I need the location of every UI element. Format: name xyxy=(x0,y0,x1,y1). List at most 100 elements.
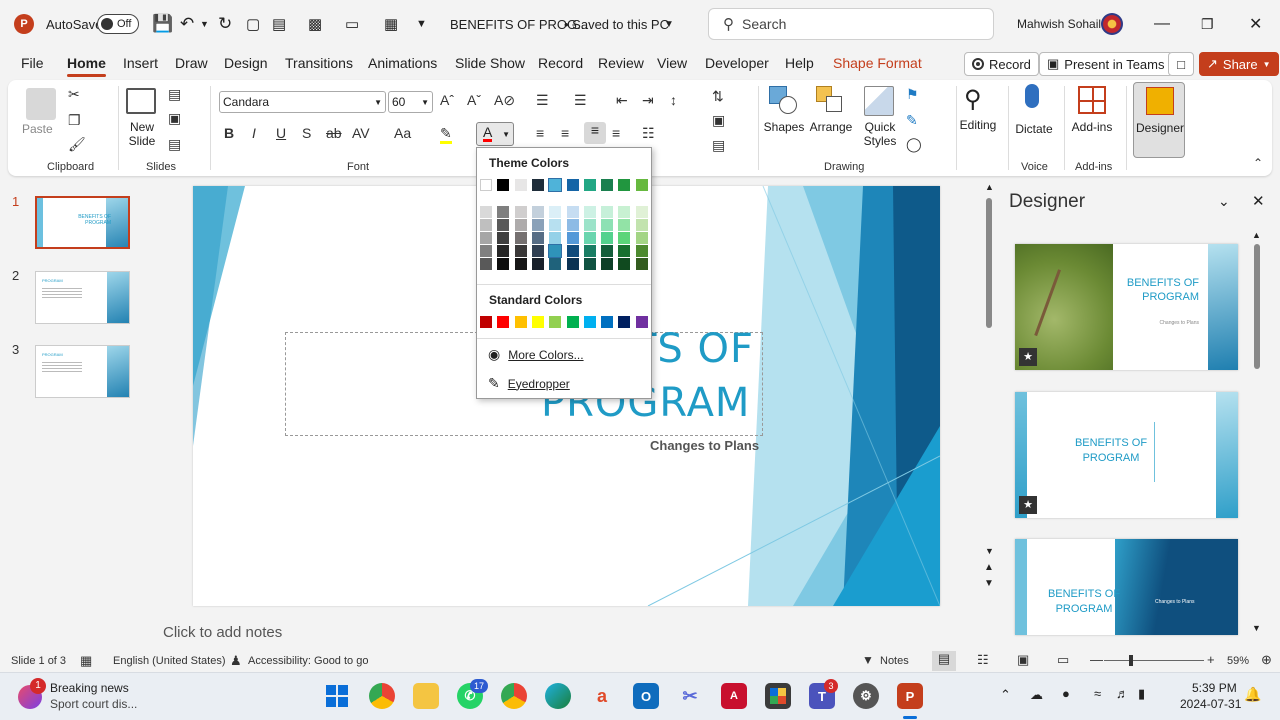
theme-color-shade-swatch[interactable] xyxy=(514,245,527,257)
autodesk-icon[interactable]: a xyxy=(589,683,615,709)
bullets-icon[interactable]: ☰ xyxy=(536,92,549,109)
save-status[interactable]: • Saved to this PC xyxy=(564,0,669,48)
standard-color-swatch[interactable] xyxy=(583,316,596,328)
theme-color-shade-swatch[interactable] xyxy=(480,219,492,231)
slide-show-icon[interactable]: ▭ xyxy=(1057,652,1069,668)
standard-color-swatch[interactable] xyxy=(531,316,544,328)
standard-color-swatch[interactable] xyxy=(549,316,562,328)
search-box[interactable]: ⚲ Search xyxy=(708,8,994,40)
standard-color-swatch[interactable] xyxy=(601,316,614,328)
theme-color-swatch[interactable] xyxy=(514,179,527,191)
clock-date[interactable]: 2024-07-31 xyxy=(1180,697,1241,711)
theme-color-swatch[interactable] xyxy=(566,179,579,191)
tab-review[interactable]: Review xyxy=(598,55,644,71)
decrease-indent-icon[interactable]: ⇤ xyxy=(616,92,628,109)
fit-to-window-icon[interactable]: ⊕ xyxy=(1261,652,1272,668)
spelling-check-icon[interactable]: ▦ xyxy=(80,653,92,669)
tab-help[interactable]: Help xyxy=(785,55,814,71)
theme-color-shade-swatch[interactable] xyxy=(549,206,562,218)
slide-subtitle[interactable]: Changes to Plans xyxy=(650,438,759,453)
theme-color-shade-swatch[interactable] xyxy=(618,206,631,218)
theme-color-shade-swatch[interactable] xyxy=(601,232,614,244)
arrange-icon[interactable]: ▭ xyxy=(345,0,359,48)
theme-color-shade-swatch[interactable] xyxy=(635,245,648,257)
image-icon[interactable]: ▦ xyxy=(384,0,398,48)
theme-color-shade-swatch[interactable] xyxy=(514,206,527,218)
theme-color-shade-swatch[interactable] xyxy=(514,219,527,231)
news-title[interactable]: Breaking news xyxy=(50,681,129,695)
standard-color-swatch[interactable] xyxy=(618,316,631,328)
comments-button[interactable]: □ xyxy=(1168,52,1194,76)
notes-toggle[interactable]: Notes xyxy=(880,655,909,667)
increase-indent-icon[interactable]: ⇥ xyxy=(642,92,654,109)
arrange-icon-ribbon[interactable] xyxy=(816,86,844,114)
smartart-icon[interactable]: ▤ xyxy=(712,137,725,154)
edge-icon[interactable] xyxy=(545,683,571,709)
mic-tray-icon[interactable]: ● xyxy=(1062,686,1070,701)
theme-color-shade-swatch[interactable] xyxy=(583,232,596,244)
previous-slide-icon[interactable]: ▲ xyxy=(984,562,994,573)
microphone-icon[interactable] xyxy=(1025,84,1039,108)
design-idea-2[interactable]: BENEFITS OF PROGRAM ★ xyxy=(1015,392,1238,518)
font-size-select[interactable]: 60 ▼ xyxy=(388,91,433,113)
font-name-select[interactable]: Candara ▼ xyxy=(219,91,386,113)
tab-design[interactable]: Design xyxy=(224,55,268,71)
addins-button[interactable]: Add-ins xyxy=(1070,120,1114,134)
theme-color-shade-swatch[interactable] xyxy=(549,219,562,231)
close-icon[interactable]: ✕ xyxy=(1249,0,1262,48)
customize-qat-icon[interactable]: ▼ xyxy=(416,0,427,48)
theme-color-shade-swatch[interactable] xyxy=(480,258,492,270)
powerpoint-taskbar-icon[interactable]: P xyxy=(897,683,923,709)
align-right-icon[interactable]: ≡ xyxy=(584,122,606,144)
theme-color-shade-swatch[interactable] xyxy=(618,258,631,270)
scroll-down-icon[interactable]: ▼ xyxy=(985,546,994,556)
design-idea-1[interactable]: BENEFITS OF PROGRAM Changes to Plans ★ xyxy=(1015,244,1238,370)
numbering-icon[interactable]: ☰ xyxy=(574,92,587,109)
scroll-thumb[interactable] xyxy=(986,198,992,328)
shape-effects-icon[interactable]: ◯ xyxy=(906,136,922,153)
theme-color-shade-swatch[interactable] xyxy=(480,232,492,244)
theme-color-shade-swatch[interactable] xyxy=(531,206,544,218)
collapse-ribbon-icon[interactable]: ⌃ xyxy=(1253,156,1263,170)
designer-scroll-down-icon[interactable]: ▼ xyxy=(1252,623,1261,633)
zoom-slider[interactable] xyxy=(1104,660,1204,661)
strikethrough-icon[interactable]: ab xyxy=(326,125,342,141)
change-case-icon[interactable]: Aa xyxy=(394,125,411,141)
theme-color-shade-swatch[interactable] xyxy=(531,258,544,270)
tab-animations[interactable]: Animations xyxy=(368,55,437,71)
theme-color-shade-swatch[interactable] xyxy=(635,206,648,218)
news-subtitle[interactable]: Sport court dis... xyxy=(50,697,137,711)
theme-color-shade-swatch[interactable] xyxy=(601,206,614,218)
zoom-slider-thumb[interactable] xyxy=(1129,655,1133,666)
tab-insert[interactable]: Insert xyxy=(123,55,158,71)
tab-slide-show[interactable]: Slide Show xyxy=(455,55,525,71)
theme-color-swatch[interactable] xyxy=(497,179,510,191)
addins-icon[interactable] xyxy=(1078,86,1106,114)
theme-color-shade-swatch[interactable] xyxy=(601,219,614,231)
eyedropper-item[interactable]: ✎ Eyedropper xyxy=(488,375,570,392)
undo-dropdown-icon[interactable]: ▼ xyxy=(200,0,209,48)
align-center-icon[interactable]: ≡ xyxy=(561,125,569,141)
slide-thumbnail-3[interactable]: PROGRAM xyxy=(35,345,130,398)
shape-outline-icon[interactable]: ✎ xyxy=(906,112,918,129)
record-button[interactable]: Record xyxy=(964,52,1039,76)
theme-color-swatch[interactable] xyxy=(601,179,614,191)
designer-options-icon[interactable]: ⌄ xyxy=(1218,193,1230,210)
user-name[interactable]: Mahwish Sohail xyxy=(1017,0,1101,48)
theme-color-shade-swatch[interactable] xyxy=(497,245,510,257)
shadow-icon[interactable]: S xyxy=(302,125,311,141)
tray-overflow-icon[interactable]: ⌃ xyxy=(1000,687,1011,703)
align-text-icon[interactable]: ▣ xyxy=(712,112,725,129)
chrome-profile-icon[interactable] xyxy=(501,683,527,709)
theme-color-shade-swatch[interactable] xyxy=(583,206,596,218)
minimize-icon[interactable]: — xyxy=(1154,0,1170,48)
title-dropdown-icon[interactable]: ▼ xyxy=(664,0,674,48)
theme-color-shade-swatch[interactable] xyxy=(601,245,614,257)
designer-close-icon[interactable]: ✕ xyxy=(1252,192,1265,210)
standard-color-swatch[interactable] xyxy=(497,316,510,328)
theme-color-shade-swatch[interactable] xyxy=(566,206,579,218)
redo-icon[interactable]: ↻ xyxy=(218,0,232,48)
theme-color-shade-swatch[interactable] xyxy=(566,232,579,244)
arrange-button[interactable]: Arrange xyxy=(808,120,854,134)
format-painter-icon[interactable]: 🖌 xyxy=(68,136,86,153)
